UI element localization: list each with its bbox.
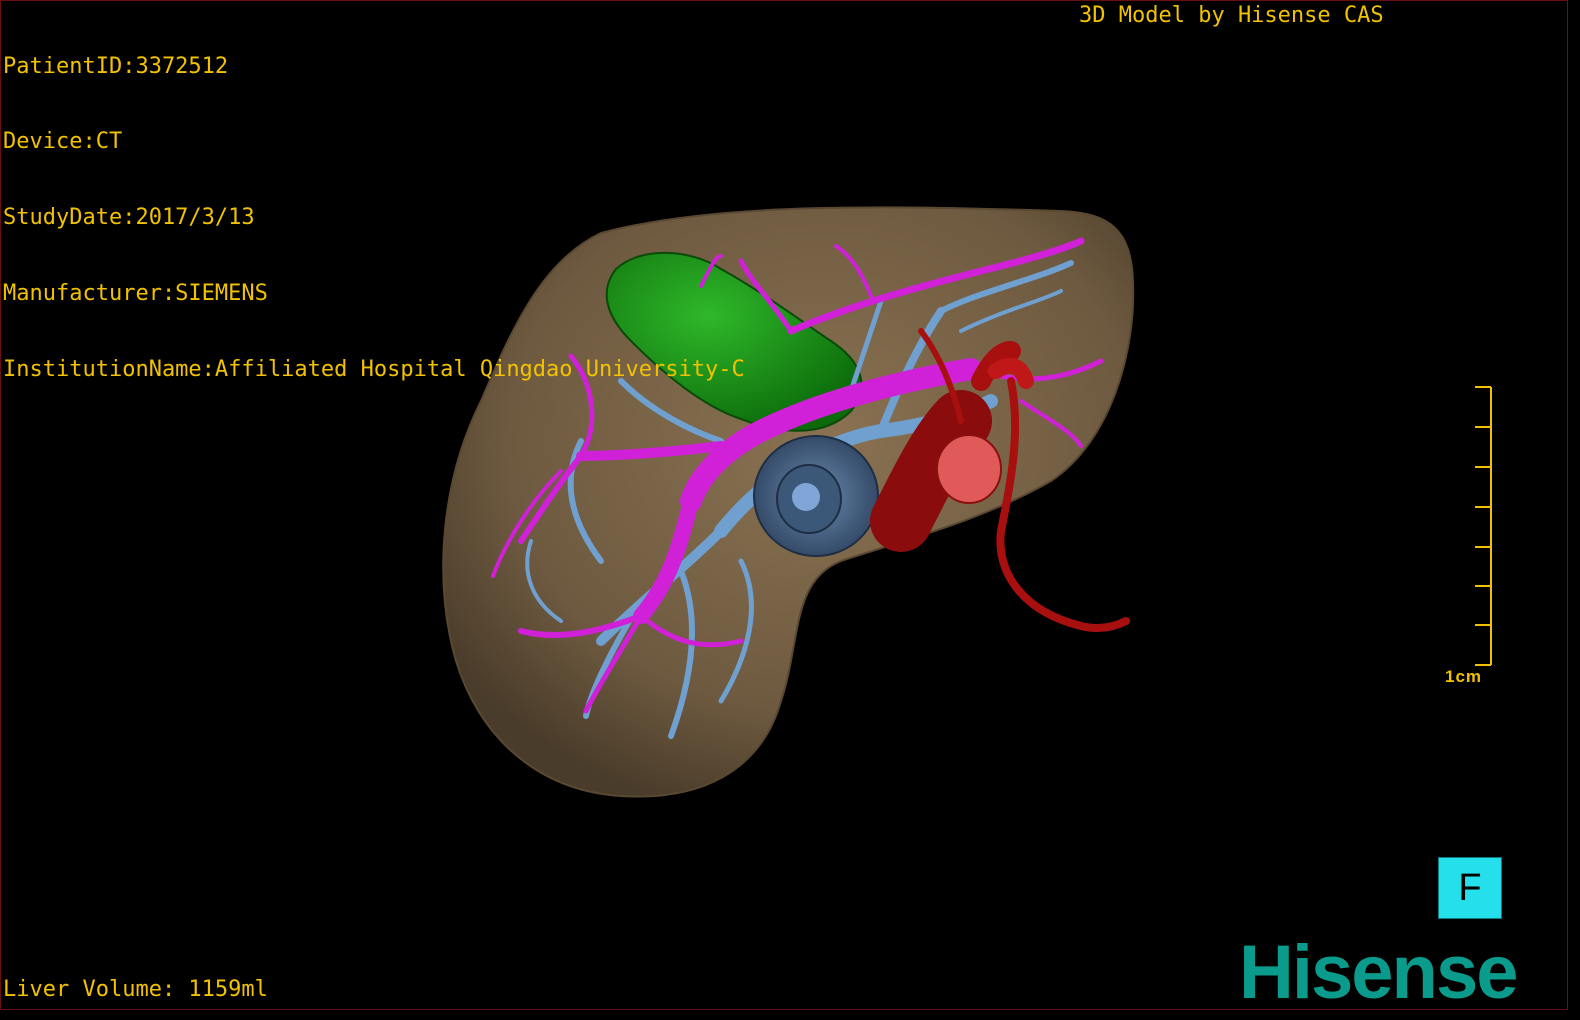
study-date: StudyDate:2017/3/13 (3, 205, 255, 231)
patient-id: PatientID:3372512 (3, 53, 229, 79)
model-label: 3D Model by Hisense CAS (1079, 3, 1384, 28)
dicom-info-overlay: PatientID:3372512 Device:CT StudyDate:20… (3, 3, 745, 433)
hisense-logo: Hisense (1239, 930, 1518, 1010)
orientation-button[interactable]: F (1438, 857, 1502, 919)
3d-viewport[interactable]: PatientID:3372512 Device:CT StudyDate:20… (0, 0, 1568, 1010)
inferior-vena-cava (753, 435, 879, 557)
institution-name: InstitutionName:Affiliated Hospital Qing… (3, 357, 745, 383)
scale-bar (1475, 386, 1492, 666)
manufacturer: Manufacturer:SIEMENS (3, 281, 268, 307)
device: Device:CT (3, 129, 123, 155)
aorta-cross-section (936, 434, 1002, 504)
liver-volume: Liver Volume: 1159ml (3, 977, 268, 1002)
scale-bar-label: 1cm (1445, 667, 1483, 686)
